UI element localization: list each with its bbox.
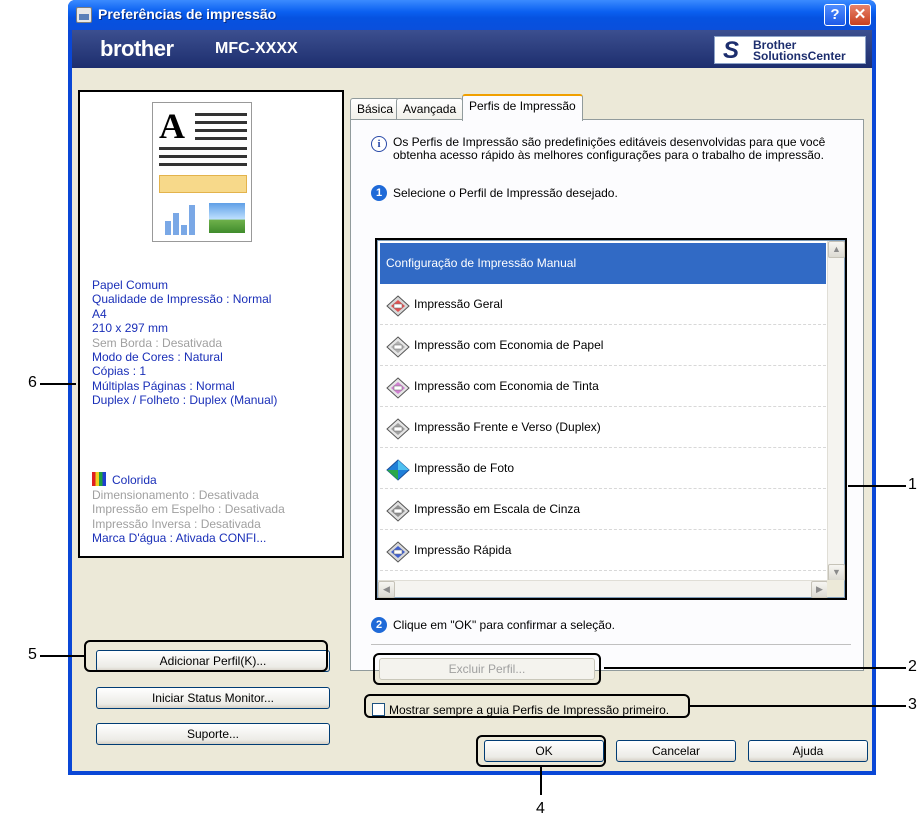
color-bars-icon	[92, 472, 106, 486]
profiles-intro: i Os Perfis de Impressão são predefiniçõ…	[371, 136, 851, 162]
profile-item[interactable]: Configuração de Impressão Manual	[380, 243, 826, 284]
info-icon: i	[371, 136, 387, 152]
settings-preview-panel: A Papel Comum Qualidade de Impressão : No…	[78, 90, 344, 558]
profile-item[interactable]: Impressão com Economia de Papel	[380, 325, 826, 366]
summary-line: Modo de Cores : Natural	[92, 350, 223, 365]
scroll-right-button[interactable]: ▶	[811, 581, 828, 598]
settings-summary: Papel Comum Qualidade de Impressão : Norm…	[92, 278, 342, 408]
add-profile-callout	[84, 640, 328, 672]
profile-item-label: Configuração de Impressão Manual	[386, 256, 577, 270]
summary-line: Múltiplas Páginas : Normal	[92, 378, 235, 393]
summary-line: Marca D'água : Ativada CONFI...	[92, 531, 267, 546]
callout-number-3: 3	[908, 696, 917, 713]
grayscale-icon	[386, 498, 410, 522]
scroll-down-button[interactable]: ▼	[828, 564, 845, 581]
general-print-icon	[386, 293, 410, 317]
summary-line: Papel Comum	[92, 278, 169, 292]
ink-saving-icon	[386, 375, 410, 399]
paper-saving-icon	[386, 334, 410, 358]
summary-line: Dimensionamento : Desativada	[92, 488, 259, 502]
callout-number-4: 4	[536, 800, 545, 817]
vertical-scrollbar[interactable]: ▲ ▼	[827, 241, 845, 581]
summary-line: Cópias : 1	[92, 364, 147, 379]
close-button[interactable]: ✕	[849, 4, 871, 26]
profile-item[interactable]: Impressão com Economia de Tinta	[380, 366, 826, 407]
always-show-callout	[364, 694, 690, 718]
window-title: Preferências de impressão	[98, 6, 277, 22]
profile-item-label: Impressão com Economia de Papel	[414, 338, 604, 352]
support-button[interactable]: Suporte...	[96, 723, 330, 745]
intro-text: Os Perfis de Impressão são predefinições…	[393, 135, 826, 162]
profiles-tab-panel: i Os Perfis de Impressão são predefiniçõ…	[350, 119, 864, 685]
profile-item[interactable]: Impressão Rápida	[380, 530, 826, 571]
step1-number-icon: 1	[371, 185, 387, 201]
callout-number-2: 2	[908, 658, 917, 675]
separator	[371, 644, 851, 645]
solutions-center-icon: S	[723, 37, 740, 64]
bar-chart-icon	[163, 201, 197, 235]
help-title-button[interactable]: ?	[824, 4, 846, 26]
scroll-up-button[interactable]: ▲	[828, 241, 845, 258]
color-mode-label: Colorida	[112, 473, 157, 487]
summary-line: Impressão em Espelho : Desativada	[92, 502, 285, 517]
summary-line: A4	[92, 306, 107, 321]
cancel-button[interactable]: Cancelar	[616, 740, 736, 762]
printer-icon	[76, 7, 92, 23]
tab-perfis-impressao[interactable]: Perfis de Impressão	[462, 94, 583, 121]
solutions-center-button[interactable]: S Brother SolutionsCenter	[714, 36, 866, 64]
profile-item-label: Impressão Geral	[414, 297, 503, 311]
profile-item[interactable]: Impressão de Foto	[380, 448, 826, 489]
profile-item-label: Impressão em Escala de Cinza	[414, 502, 581, 516]
callout-number-6: 6	[28, 374, 37, 391]
photo-print-icon	[386, 457, 410, 481]
profile-list[interactable]: ▲ ▼ ◀ ▶ Configuração de Impressão Manual…	[377, 240, 845, 598]
callout-number-1: 1	[908, 476, 917, 493]
color-mode-row: Colorida	[92, 472, 157, 487]
horizontal-scrollbar[interactable]: ◀ ▶	[378, 580, 828, 598]
solutions-line2: SolutionsCenter	[753, 49, 846, 63]
profile-item-label: Impressão Rápida	[414, 543, 512, 557]
brother-logo: brother	[100, 36, 174, 61]
step1-row: 1 Selecione o Perfil de Impressão deseja…	[371, 185, 618, 201]
profile-item-label: Impressão com Economia de Tinta	[414, 379, 599, 393]
fast-print-icon	[386, 539, 410, 563]
profile-item[interactable]: Impressão Frente e Verso (Duplex)	[380, 407, 826, 448]
brand-banner: brother MFC-XXXX S Brother SolutionsCent…	[72, 30, 872, 68]
document-preview-image: A	[152, 102, 252, 242]
ok-callout	[476, 735, 606, 767]
step1-text: Selecione o Perfil de Impressão desejado…	[393, 186, 618, 200]
model-name: MFC-XXXX	[215, 40, 298, 57]
summary-line: Impressão Inversa : Desativada	[92, 516, 261, 531]
title-bar[interactable]: Preferências de impressão ? ✕	[68, 0, 876, 30]
help-button[interactable]: Ajuda	[748, 740, 868, 762]
status-monitor-button[interactable]: Iniciar Status Monitor...	[96, 687, 330, 709]
step2-number-icon: 2	[371, 617, 387, 633]
landscape-photo-icon	[209, 203, 245, 233]
profile-item-label: Impressão de Foto	[414, 461, 515, 475]
profile-item[interactable]: Impressão Geral	[380, 284, 826, 325]
profile-item-label: Impressão Frente e Verso (Duplex)	[414, 420, 601, 434]
scroll-left-button[interactable]: ◀	[378, 581, 395, 598]
step2-row: 2 Clique em "OK" para confirmar a seleçã…	[371, 617, 615, 633]
summary-line: 210 x 297 mm	[92, 321, 169, 336]
preview-letter: A	[159, 106, 185, 146]
profile-item[interactable]: Impressão em Escala de Cinza	[380, 489, 826, 530]
tab-basica[interactable]: Básica	[350, 98, 401, 120]
duplex-icon	[386, 416, 410, 440]
tab-avancada[interactable]: Avançada	[396, 98, 464, 120]
summary-line: Duplex / Folheto : Duplex (Manual)	[92, 393, 278, 408]
summary-line: Qualidade de Impressão : Normal	[92, 292, 272, 307]
callout-number-5: 5	[28, 646, 37, 663]
settings-summary-2: Dimensionamento : Desativada Impressão em…	[92, 488, 342, 546]
summary-line: Sem Borda : Desativada	[92, 335, 223, 350]
step2-text: Clique em "OK" para confirmar a seleção.	[393, 618, 615, 632]
